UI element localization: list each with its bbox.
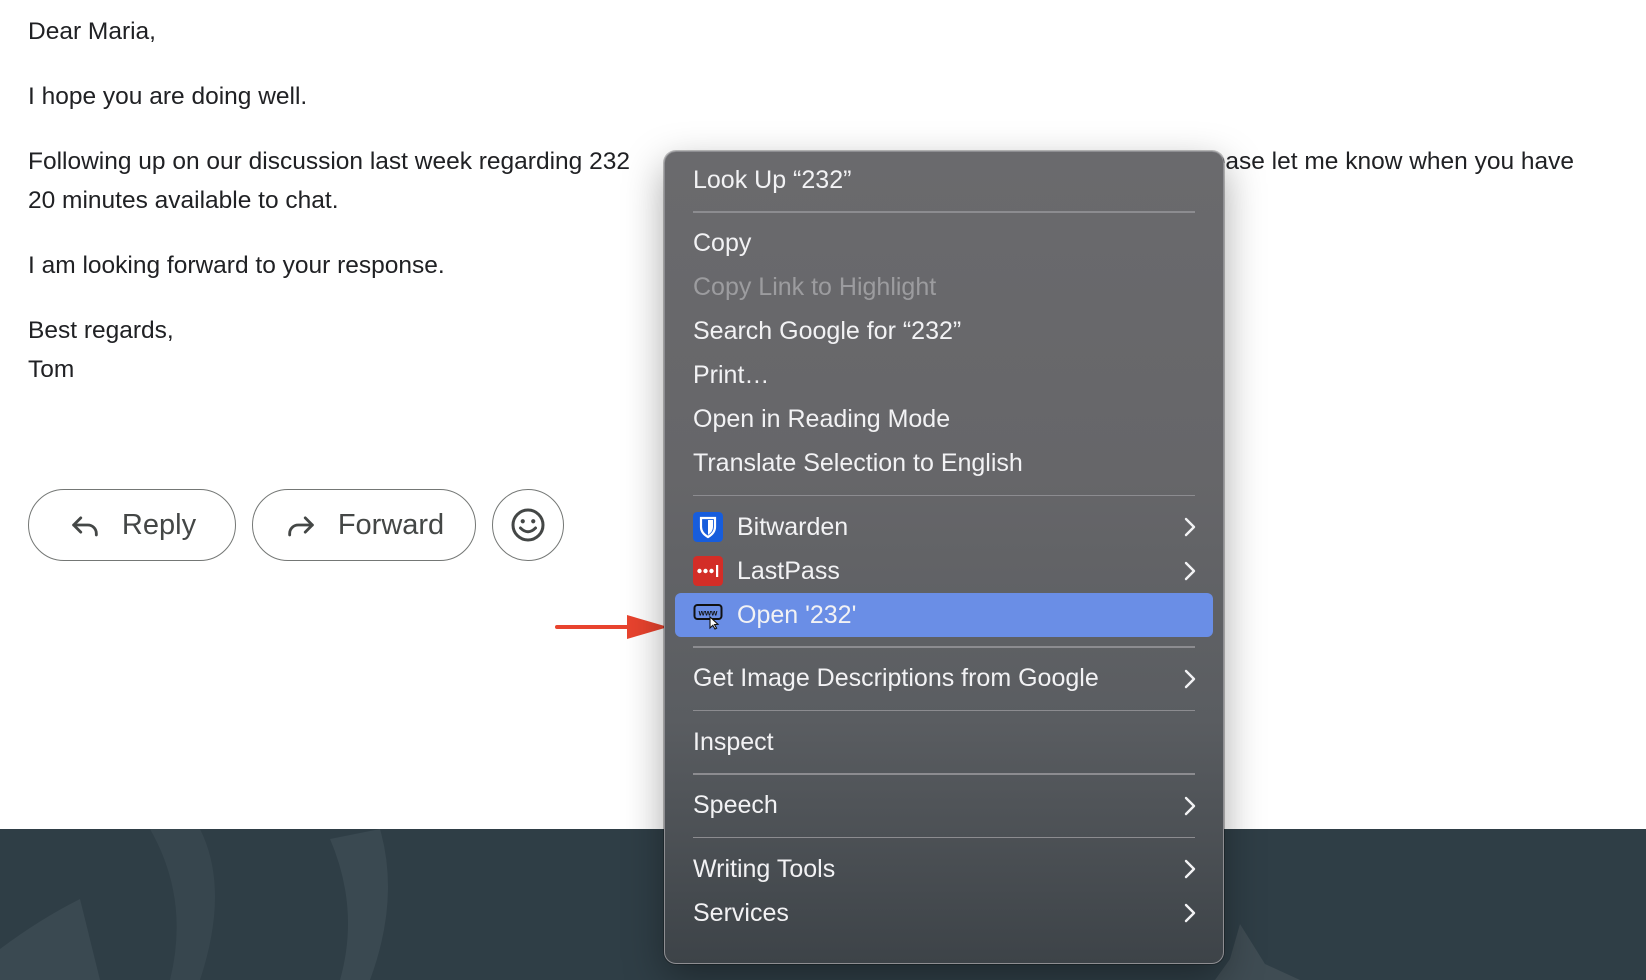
menu-separator: [693, 211, 1195, 213]
menu-item-image-descriptions[interactable]: Get Image Descriptions from Google: [675, 657, 1213, 701]
menu-item-label: Copy: [693, 229, 752, 257]
menu-separator: [693, 773, 1195, 775]
page: Dear Maria, I hope you are doing well. F…: [0, 0, 1646, 980]
email-line-2-cont: 20 minutes available to chat.: [28, 187, 339, 214]
menu-item-copy[interactable]: Copy: [675, 222, 1213, 266]
menu-item-label: Open in Reading Mode: [693, 405, 951, 433]
chevron-right-icon: [1184, 903, 1196, 923]
reply-label: Reply: [121, 508, 197, 541]
menu-item-label: Writing Tools: [693, 854, 836, 883]
menu-item-writing-tools[interactable]: Writing Tools: [675, 847, 1213, 891]
chevron-right-icon: [1184, 561, 1196, 581]
reply-button[interactable]: Reply: [28, 489, 236, 561]
menu-separator: [693, 709, 1195, 711]
annotation-arrow-icon: [555, 615, 668, 639]
menu-item-speech[interactable]: Speech: [675, 784, 1213, 828]
context-menu: Look Up “232” Copy Copy Link to Highligh…: [664, 151, 1224, 964]
menu-item-copy-link-to-highlight: Copy Link to Highlight: [675, 266, 1213, 310]
menu-item-label: Open '232': [737, 600, 857, 629]
menu-item-open-reading-mode[interactable]: Open in Reading Mode: [675, 398, 1213, 442]
open-url-www-icon: www: [693, 604, 723, 630]
menu-item-bitwarden[interactable]: Bitwarden: [675, 505, 1213, 549]
menu-item-label: Copy Link to Highlight: [693, 273, 937, 301]
email-line-2-end: Please let me know when you have: [1189, 148, 1575, 175]
chevron-right-icon: [1184, 669, 1196, 688]
email-line-2-start: Following up on our discussion last week…: [28, 148, 630, 175]
menu-item-label: Search Google for “232”: [693, 317, 962, 345]
menu-item-label: Look Up “232”: [693, 165, 852, 194]
menu-item-inspect[interactable]: Inspect: [675, 720, 1213, 764]
svg-text:www: www: [698, 609, 718, 618]
menu-item-open-232[interactable]: www Open '232': [675, 593, 1213, 637]
menu-item-label: Get Image Descriptions from Google: [693, 664, 1099, 692]
menu-item-label: Print…: [693, 361, 770, 389]
menu-separator: [693, 646, 1195, 648]
menu-item-services[interactable]: Services: [675, 891, 1213, 935]
chevron-right-icon: [1184, 796, 1196, 815]
menu-item-print[interactable]: Print…: [675, 354, 1213, 398]
reply-arrow-icon: [72, 516, 98, 537]
menu-item-label: LastPass: [737, 556, 840, 585]
menu-item-search-google[interactable]: Search Google for “232”: [675, 310, 1213, 354]
menu-item-label: Speech: [693, 791, 778, 819]
menu-item-label: Inspect: [693, 727, 774, 756]
smiley-face-icon: [511, 508, 545, 542]
email-line-1: I hope you are doing well.: [28, 83, 308, 110]
menu-separator: [693, 836, 1195, 838]
menu-item-label: Bitwarden: [737, 512, 849, 541]
emoji-reaction-button[interactable]: [492, 489, 564, 561]
lastpass-dots-icon: [693, 556, 723, 586]
menu-item-lastpass[interactable]: LastPass: [675, 549, 1213, 593]
menu-item-label: Translate Selection to English: [693, 449, 1023, 477]
forward-button[interactable]: Forward: [252, 489, 476, 561]
email-greeting: Dear Maria,: [28, 18, 156, 45]
menu-separator: [693, 494, 1195, 496]
menu-item-translate-selection[interactable]: Translate Selection to English: [675, 442, 1213, 486]
forward-label: Forward: [337, 508, 445, 541]
chevron-right-icon: [1184, 517, 1196, 537]
menu-item-look-up[interactable]: Look Up “232”: [675, 158, 1213, 202]
forward-arrow-icon: [288, 516, 314, 537]
bitwarden-shield-icon: [693, 512, 723, 542]
menu-item-label: Services: [693, 898, 789, 927]
chevron-right-icon: [1184, 859, 1196, 879]
